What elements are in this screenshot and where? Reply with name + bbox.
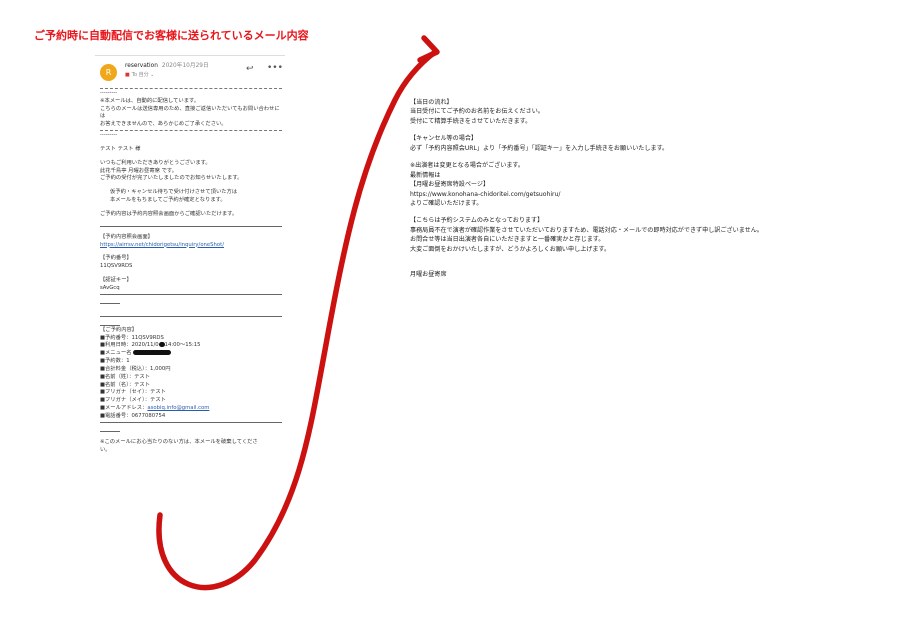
site-note: よりご確認いただけます。 <box>410 199 483 207</box>
day-line: 当日受付にてご予約のお名前をお伝えください。 <box>410 108 544 116</box>
day-line: 受付にて精算手続きをさせていただきます。 <box>410 117 532 125</box>
site-title: 【月曜お昼寄席特設ページ】 <box>410 181 490 189</box>
day-title: 【当日の流れ】 <box>410 99 453 106</box>
system-title: 【こちらは予約システムのみとなっております】 <box>410 217 544 225</box>
right-text-block: 【当日の流れ】 当日受付にてご予約のお名前をお伝えください。 受付にて精算手続き… <box>410 98 850 280</box>
cancel-line: 必ず「予約内容照会URL」より「予約番号」「認証キー」を入力し手続きをお願いいた… <box>410 144 669 152</box>
change-line: ※出演者は変更となる場合がございます。 <box>410 162 525 170</box>
cancel-title: 【キャンセル等の場合】 <box>410 135 478 143</box>
system-line: 大変ご面倒をおかけいたしますが、どうかよろしくお願い申し上げます。 <box>410 245 611 253</box>
system-line: お問合せ等は当日出演者各自にいただきますと一番確実かと存じます。 <box>410 236 605 244</box>
system-line: 事務局員不在で演者が確認作業をさせていただいておりますため、電話対応・メールでの… <box>410 226 763 234</box>
curved-arrow <box>156 35 440 591</box>
change-line: 最新情報は <box>410 171 441 179</box>
site-url[interactable]: https://www.konohana-chidoritei.com/gets… <box>410 190 850 199</box>
signature: 月曜お昼寄席 <box>410 271 447 279</box>
